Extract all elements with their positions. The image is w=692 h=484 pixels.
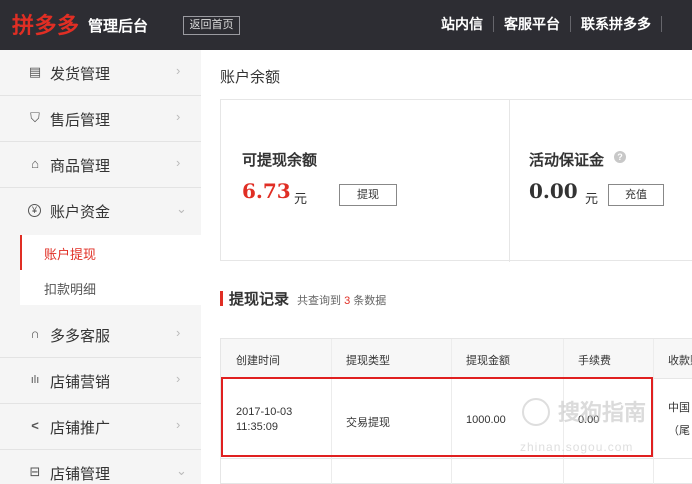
withdrawable-unit: 元 — [294, 191, 308, 206]
sidebar-item-label: 商品管理 — [50, 158, 111, 175]
sidebar-item-shipping[interactable]: ▤ 发货管理 › — [0, 50, 201, 96]
deposit-label: 活动保证金 — [529, 151, 605, 169]
divider — [509, 100, 510, 262]
store-icon: ⊟ — [29, 464, 41, 479]
chevron-right-icon: › — [176, 155, 181, 170]
headset-icon: ∩ — [30, 326, 40, 341]
column-divider — [653, 339, 654, 484]
top-bar: 拼多多 管理后台 返回首页 站内信 客服平台 联系拼多多 — [0, 0, 692, 50]
records-count: 共查询到 3 条数据 — [297, 292, 386, 308]
bag-icon: ⌂ — [31, 156, 39, 171]
chevron-right-icon: › — [176, 63, 181, 78]
chart-icon: ılı — [30, 374, 40, 386]
withdrawable-label: 可提现余额 — [242, 151, 318, 169]
document-icon: ▤ — [28, 64, 42, 79]
back-home-button[interactable]: 返回首页 — [183, 16, 240, 35]
yen-icon: ¥ — [28, 204, 41, 217]
table-header: 创建时间 提现类型 提现金额 手续费 收款账 — [221, 339, 692, 379]
nav-contact[interactable]: 联系拼多多 — [571, 16, 662, 32]
sidebar-item-label: 发货管理 — [50, 66, 111, 83]
column-header: 创建时间 — [236, 355, 280, 367]
records-count-number: 3 — [344, 295, 351, 307]
sidebar-item-marketing[interactable]: ılı 店铺营销 › — [0, 358, 201, 404]
column-header: 提现金额 — [466, 355, 510, 367]
chevron-right-icon: › — [176, 325, 181, 340]
sidebar-item-store[interactable]: ⊟ 店铺管理 ⌄ — [0, 450, 201, 484]
sidebar-item-label: 账户资金 — [50, 204, 111, 221]
sidebar-subitem-withdraw[interactable]: 账户提现 — [20, 235, 201, 270]
chevron-right-icon: › — [176, 371, 181, 386]
watermark-url: zhinan.sogou.com — [520, 440, 634, 454]
sidebar-item-label: 店铺推广 — [50, 420, 111, 437]
recharge-button[interactable]: 充值 — [608, 184, 664, 206]
records-count-suffix: 条数据 — [353, 295, 387, 307]
page-title: 账户余额 — [220, 69, 281, 86]
logo[interactable]: 拼多多 — [12, 8, 80, 40]
cell-account: 中国 — [668, 402, 690, 414]
section-marker — [220, 291, 223, 306]
chevron-down-icon: ⌄ — [176, 201, 187, 216]
sidebar: ▤ 发货管理 › ⛉ 售后管理 › ⌂ 商品管理 › ¥ 账户资金 ⌄ 账户提现… — [0, 50, 201, 484]
sidebar-item-account-funds[interactable]: ¥ 账户资金 ⌄ — [0, 188, 201, 234]
sidebar-item-label: 售后管理 — [50, 112, 111, 129]
nav-messages[interactable]: 站内信 — [433, 16, 494, 32]
sidebar-subitem-label: 账户提现 — [44, 247, 97, 262]
column-header: 手续费 — [578, 355, 611, 367]
balance-panel: 可提现余额 6.73 元 提现 活动保证金 ? 0.00 元 充值 — [220, 99, 692, 262]
chevron-down-icon: ⌄ — [176, 463, 187, 478]
sidebar-item-products[interactable]: ⌂ 商品管理 › — [0, 142, 201, 188]
top-nav: 站内信 客服平台 联系拼多多 — [433, 16, 662, 32]
deposit-amount: 0.00 — [529, 179, 578, 203]
column-header: 收款账 — [668, 355, 692, 367]
chevron-right-icon: › — [176, 417, 181, 432]
deposit-unit: 元 — [585, 191, 599, 206]
app-subtitle: 管理后台 — [88, 18, 149, 35]
share-icon: < — [31, 418, 39, 433]
sidebar-subitem-label: 扣款明细 — [44, 282, 97, 297]
sidebar-item-label: 多多客服 — [50, 328, 111, 345]
records-count-prefix: 共查询到 — [297, 295, 341, 307]
records-title: 提现记录 — [229, 291, 290, 308]
cell-account-tail: （尾 — [668, 425, 690, 437]
chevron-right-icon: › — [176, 109, 181, 124]
sidebar-item-label: 店铺营销 — [50, 374, 111, 391]
sidebar-item-after-sales[interactable]: ⛉ 售后管理 › — [0, 96, 201, 142]
watermark: 搜狗指南 — [558, 400, 647, 425]
nav-service-platform[interactable]: 客服平台 — [494, 16, 571, 32]
withdraw-button[interactable]: 提现 — [339, 184, 397, 206]
withdrawable-amount: 6.73 — [242, 179, 291, 203]
sidebar-subitem-deductions[interactable]: 扣款明细 — [20, 270, 201, 305]
shield-icon: ⛉ — [30, 110, 40, 125]
column-header: 提现类型 — [346, 355, 390, 367]
help-icon[interactable]: ? — [614, 151, 626, 163]
watermark-logo-icon — [522, 398, 550, 426]
sidebar-item-customer-service[interactable]: ∩ 多多客服 › — [0, 312, 201, 358]
sidebar-item-label: 店铺管理 — [50, 466, 111, 483]
sidebar-item-promotion[interactable]: < 店铺推广 › — [0, 404, 201, 450]
